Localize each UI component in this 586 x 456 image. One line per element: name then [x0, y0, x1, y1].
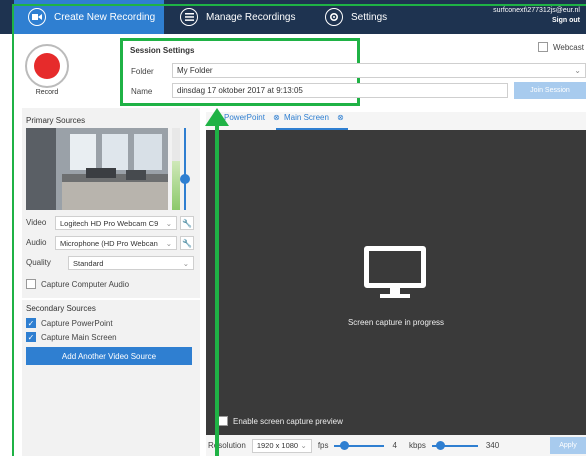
annotation-arrow-head	[205, 108, 229, 126]
monitor-base-icon	[380, 294, 410, 298]
kbps-label: kbps	[408, 441, 426, 450]
add-video-source-button[interactable]: Add Another Video Source	[26, 347, 192, 365]
list-icon	[180, 8, 198, 26]
tab-label: Create New Recording	[54, 11, 156, 23]
record-button[interactable]	[25, 44, 69, 88]
folder-value: My Folder	[177, 66, 213, 75]
video-source-select[interactable]: Logitech HD Pro Webcam C9 ⌄	[55, 216, 177, 230]
tab-main-screen[interactable]: Main Screen ⊗	[284, 113, 344, 122]
quality-value: Standard	[73, 258, 104, 268]
fps-label: fps	[317, 441, 329, 450]
capture-computer-audio-checkbox[interactable]	[26, 279, 36, 289]
webcam-preview	[26, 128, 168, 210]
user-info: surfconext\277312js@eur.nl Sign out	[493, 6, 580, 26]
wrench-icon: 🔧	[182, 218, 192, 228]
check-icon[interactable]: ✓	[26, 318, 36, 328]
capture-settings-bar: Resolution 1920 x 1080 ⌄ fps 4 kbps 340	[206, 435, 586, 456]
chevron-down-icon: ⌄	[182, 258, 189, 268]
enable-preview-label: Enable screen capture preview	[233, 416, 343, 426]
tab-powerpoint[interactable]: PowerPoint ⊗	[224, 113, 280, 122]
webcast-label: Webcast	[553, 42, 584, 52]
name-value: dinsdag 17 oktober 2017 at 9:13:05	[177, 86, 303, 95]
audio-source-value: Microphone (HD Pro Webcan	[60, 238, 158, 248]
capture-main-screen-label: Capture Main Screen	[41, 332, 117, 342]
folder-select[interactable]: My Folder ⌄	[172, 63, 586, 78]
kbps-slider-handle[interactable]	[435, 441, 445, 450]
webcast-toggle[interactable]: Webcast	[538, 42, 584, 52]
resolution-select[interactable]: 1920 x 1080 ⌄	[251, 438, 312, 453]
chevron-down-icon: ⌄	[165, 238, 172, 248]
audio-gain-slider-track[interactable]	[184, 128, 186, 210]
capture-computer-audio-toggle[interactable]: Capture Computer Audio	[26, 279, 129, 289]
annotation-arrow-shaft	[215, 122, 219, 456]
check-icon[interactable]: ✓	[26, 332, 36, 342]
resolution-value: 1920 x 1080	[256, 441, 299, 450]
video-source-value: Logitech HD Pro Webcam C9	[60, 218, 159, 228]
quality-select[interactable]: Standard ⌄	[68, 256, 194, 270]
session-settings-title: Session Settings	[130, 46, 195, 55]
kbps-slider[interactable]	[431, 441, 478, 450]
audio-source-select[interactable]: Microphone (HD Pro Webcan ⌄	[55, 236, 177, 250]
quality-label: Quality	[26, 258, 51, 267]
tab-label: PowerPoint	[224, 113, 265, 122]
close-icon[interactable]: ⊗	[337, 113, 344, 122]
fps-slider-handle[interactable]	[340, 441, 350, 450]
primary-sources-title: Primary Sources	[26, 116, 86, 125]
capture-computer-audio-label: Capture Computer Audio	[41, 279, 130, 289]
record-icon	[34, 53, 60, 79]
audio-settings-button[interactable]: 🔧	[180, 236, 194, 250]
webcast-checkbox[interactable]	[538, 42, 548, 52]
user-email: surfconext\277312js@eur.nl	[493, 7, 580, 14]
capture-powerpoint-toggle[interactable]: ✓ Capture PowerPoint	[26, 318, 113, 328]
audio-level-meter	[172, 128, 180, 210]
record-label: Record	[35, 89, 59, 96]
enable-preview-checkbox[interactable]	[218, 416, 228, 426]
apply-button[interactable]: Apply	[550, 437, 586, 454]
audio-gain-slider-handle[interactable]	[180, 174, 190, 184]
capture-main-screen-toggle[interactable]: ✓ Capture Main Screen	[26, 332, 117, 342]
capture-status-text: Screen capture in progress	[347, 318, 445, 327]
monitor-icon	[364, 246, 426, 288]
kbps-value: 340	[485, 441, 500, 450]
fps-value: 4	[392, 441, 397, 450]
name-input[interactable]: dinsdag 17 oktober 2017 at 9:13:05	[172, 83, 508, 98]
annotation-frame-top	[12, 4, 586, 6]
tab-label: Manage Recordings	[206, 11, 296, 23]
tab-label: Settings	[351, 11, 388, 23]
chevron-down-icon: ⌄	[300, 441, 307, 450]
fps-slider[interactable]	[334, 441, 385, 450]
name-label: Name	[131, 87, 153, 96]
capture-powerpoint-label: Capture PowerPoint	[41, 318, 113, 328]
tab-label: Main Screen	[284, 113, 329, 122]
wrench-icon: 🔧	[182, 238, 192, 248]
secondary-sources-title: Secondary Sources	[26, 304, 96, 313]
video-label: Video	[26, 218, 47, 227]
chevron-down-icon: ⌄	[165, 218, 172, 228]
sign-out-link[interactable]: Sign out	[552, 17, 580, 24]
resolution-label: Resolution	[208, 441, 246, 450]
enable-preview-toggle[interactable]: Enable screen capture preview	[218, 416, 343, 426]
video-settings-button[interactable]: 🔧	[180, 216, 194, 230]
audio-label: Audio	[26, 238, 47, 247]
annotation-frame-left	[12, 4, 14, 456]
folder-label: Folder	[131, 67, 154, 76]
chevron-down-icon: ⌄	[574, 66, 581, 75]
gear-icon	[325, 8, 343, 26]
join-session-button[interactable]: Join Session	[514, 82, 586, 99]
camera-icon	[28, 8, 46, 26]
